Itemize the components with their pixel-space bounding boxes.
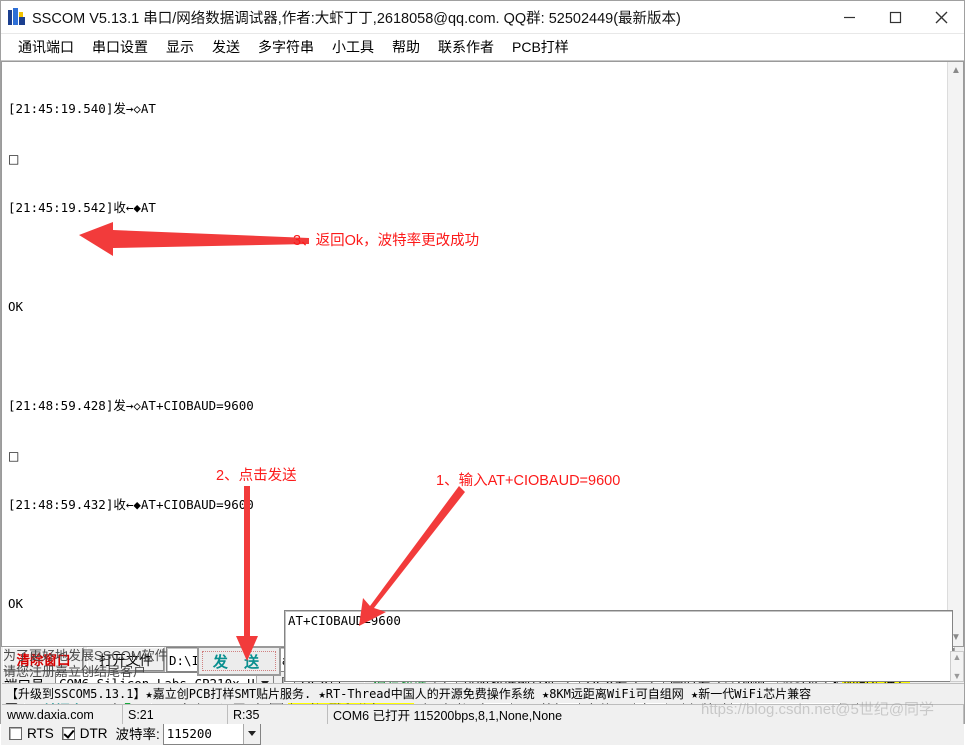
close-icon[interactable] (918, 1, 964, 34)
terminal-line: [21:45:19.540]发→◇AT (8, 101, 941, 118)
scroll-up-icon[interactable]: ▲ (948, 62, 964, 78)
status-sent-count: S:21 (123, 705, 228, 724)
annotation-step2: 2、点击发送 (216, 464, 297, 485)
baud-label: 波特率: (116, 722, 160, 745)
menu-item-help[interactable]: 帮助 (383, 35, 429, 59)
title-bar: SSCOM V5.13.1 串口/网络数据调试器,作者:大虾丁丁,2618058… (1, 1, 964, 34)
window-title: SSCOM V5.13.1 串口/网络数据调试器,作者:大虾丁丁,2618058… (32, 7, 681, 28)
menu-bar: 通讯端口 串口设置 显示 发送 多字符串 小工具 帮助 联系作者 PCB打样 (1, 34, 964, 61)
terminal-line: [21:48:59.432]收←◆AT+CIOBAUD=9600 (8, 497, 941, 514)
terminal-line (8, 547, 941, 564)
receive-area-wrapper: [21:45:19.540]发→◇AT □ [21:45:19.542]收←◆A… (1, 61, 964, 647)
dtr-checkbox[interactable] (62, 727, 75, 740)
minimize-icon[interactable] (826, 1, 872, 34)
send-button[interactable]: 发 送 (197, 646, 281, 676)
menu-item-display[interactable]: 显示 (157, 35, 203, 59)
terminal-line: [21:45:19.542]收←◆AT (8, 200, 941, 217)
annotation-step1: 1、输入AT+CIOBAUD=9600 (436, 469, 620, 490)
receive-text-area[interactable]: [21:45:19.540]发→◇AT □ [21:45:19.542]收←◆A… (2, 62, 947, 646)
annotation-step3: 3、返回Ok，波特率更改成功 (293, 229, 479, 250)
status-recv-count: R:35 (228, 705, 328, 724)
terminal-line (8, 250, 941, 267)
menu-item-contact-author[interactable]: 联系作者 (429, 35, 503, 59)
terminal-line: [21:48:59.428]发→◇AT+CIOBAUD=9600 (8, 398, 941, 415)
register-note-line2: 请您注册嘉立创结尾客户 (3, 664, 183, 680)
scroll-down-icon[interactable]: ▼ (953, 671, 962, 681)
promo-text: 【升级到SSCOM5.13.1】★嘉立创PCB打样SMT贴片服务. ★RT-Th… (6, 685, 811, 702)
menu-item-pcb[interactable]: PCB打样 (503, 35, 578, 59)
maximize-icon[interactable] (872, 1, 918, 34)
menu-item-send[interactable]: 发送 (203, 35, 249, 59)
dtr-label: DTR (80, 726, 108, 741)
scroll-up-icon[interactable]: ▲ (953, 652, 962, 662)
app-logo-icon (8, 8, 26, 26)
menu-item-multi-string[interactable]: 多字符串 (249, 35, 323, 59)
terminal-line: OK (8, 299, 941, 316)
register-note: 为了更好地发展SSCOM软件 请您注册嘉立创结尾客户 (3, 646, 183, 682)
baud-value: 115200 (164, 726, 243, 741)
chevron-down-icon[interactable] (243, 723, 260, 744)
rts-group[interactable]: RTS (9, 722, 54, 745)
menu-item-comm-port[interactable]: 通讯端口 (9, 35, 83, 59)
send-text-value: AT+CIOBAUD=9600 (285, 611, 952, 630)
status-site[interactable]: www.daxia.com (2, 705, 123, 724)
register-note-line1: 为了更好地发展SSCOM软件 (3, 648, 183, 664)
terminal-line (8, 349, 941, 366)
receive-area-scrollbar[interactable]: ▲ ▼ (947, 62, 963, 646)
send-area-scrollbar[interactable]: ▲ ▼ (950, 651, 964, 682)
flow-control-row: RTS DTR 波特率: 115200 (1, 722, 964, 745)
terminal-line: □ (8, 448, 941, 465)
rts-checkbox[interactable] (9, 727, 22, 740)
rts-label: RTS (27, 726, 54, 741)
terminal-line: □ (8, 151, 941, 168)
baud-select[interactable]: 115200 (163, 722, 261, 745)
dtr-group[interactable]: DTR (62, 722, 108, 745)
send-text-area[interactable]: AT+CIOBAUD=9600 (284, 610, 953, 682)
watermark: https://blog.csdn.net@5世纪@同学 (701, 698, 934, 719)
menu-item-tools[interactable]: 小工具 (323, 35, 383, 59)
sscom-window: SSCOM V5.13.1 串口/网络数据调试器,作者:大虾丁丁,2618058… (0, 0, 965, 724)
window-controls (826, 1, 964, 34)
menu-item-serial-settings[interactable]: 串口设置 (83, 35, 157, 59)
